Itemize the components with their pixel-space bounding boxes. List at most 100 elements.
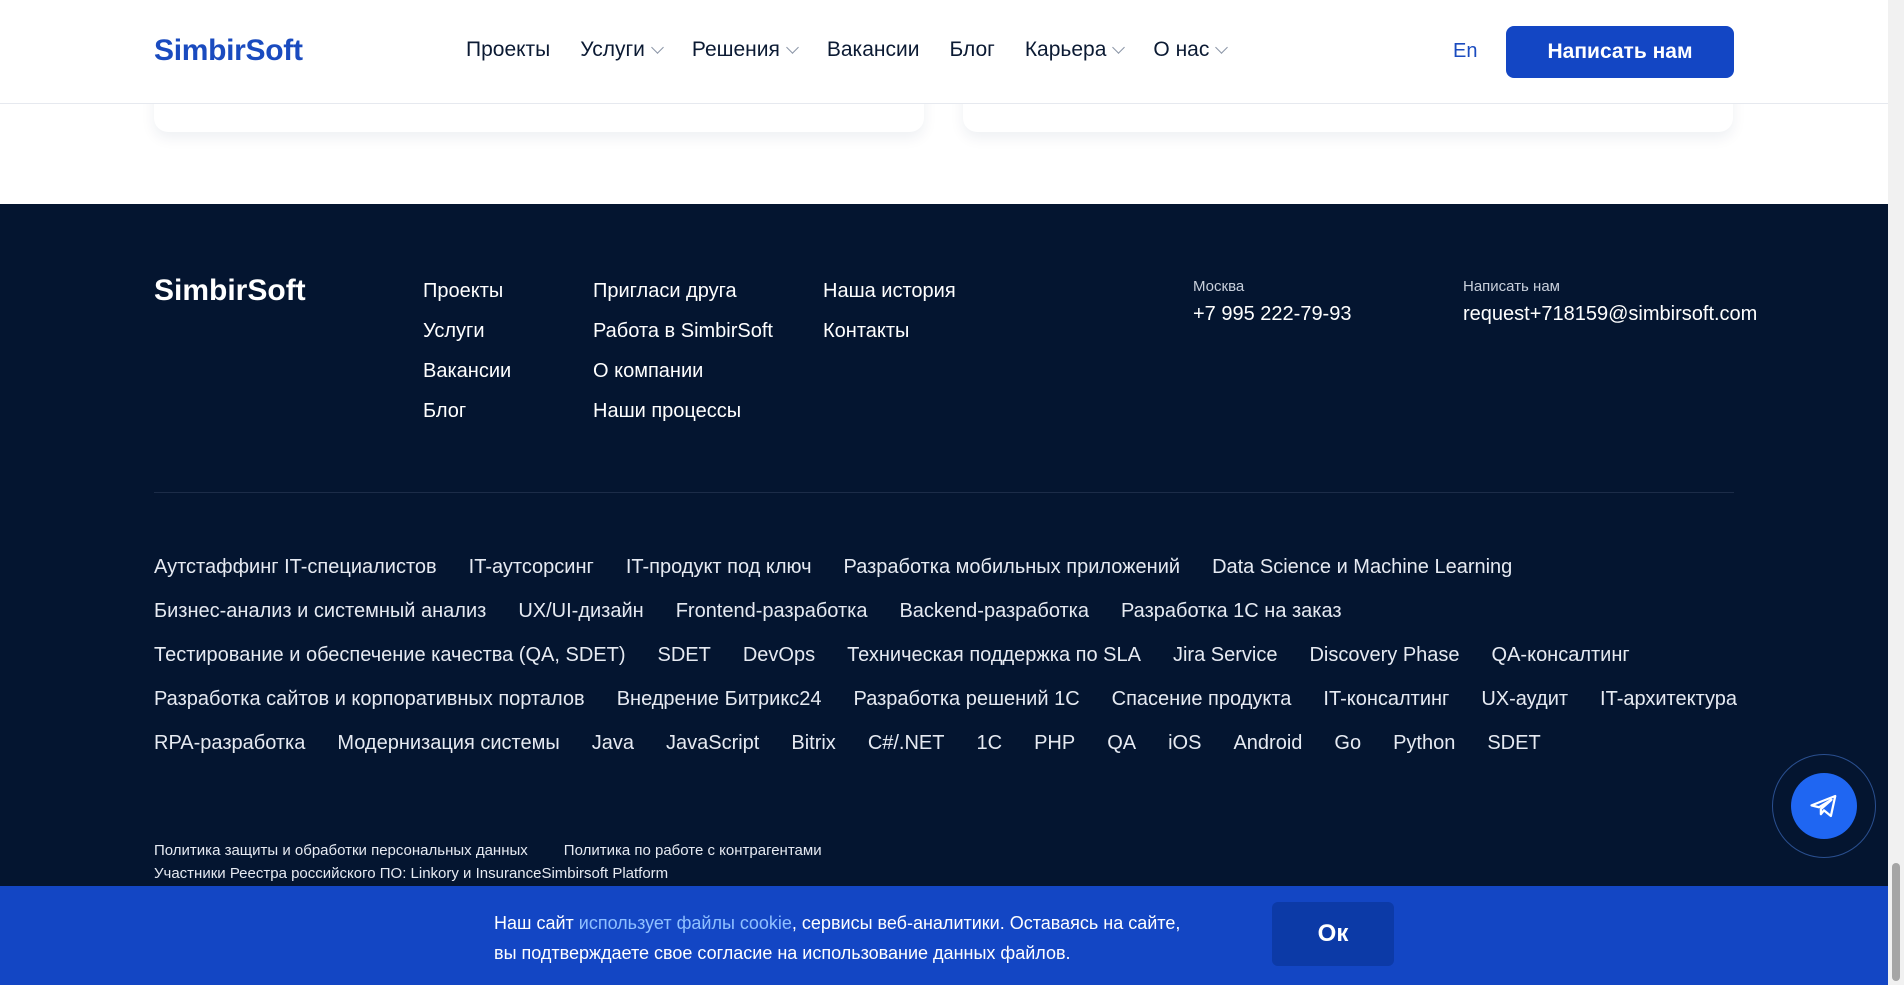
tag-link[interactable]: Jira Service [1173, 644, 1277, 667]
footer-link-services[interactable]: Услуги [423, 320, 511, 342]
tag-link[interactable]: Java [592, 732, 634, 755]
logo[interactable]: SimbirSoft [154, 34, 303, 68]
footer-link-vacancies[interactable]: Вакансии [423, 360, 511, 382]
tag-row: RPA-разработка Модернизация системы Java… [154, 732, 1754, 776]
nav-label: Карьера [1024, 38, 1107, 61]
footer-link-processes[interactable]: Наши процессы [593, 400, 773, 422]
nav-item-services[interactable]: Услуги [580, 38, 664, 62]
tag-link[interactable]: Разработка мобильных приложений [844, 556, 1181, 579]
tag-link[interactable]: Бизнес-анализ и системный анализ [154, 600, 486, 623]
tag-link[interactable]: C#/.NET [868, 732, 945, 755]
main-nav: Проекты Услуги Решения Вакансии Блог Кар… [466, 38, 1229, 62]
tag-link[interactable]: Python [1393, 732, 1455, 755]
email-label: Написать нам [1463, 278, 1560, 295]
legal-links: Политика защиты и обработки персональных… [154, 842, 822, 888]
nav-item-career[interactable]: Карьера [1024, 38, 1126, 62]
tag-link[interactable]: Внедрение Битрикс24 [617, 688, 822, 711]
contact-phone-block: Москва +7 995 222-79-93 [1193, 278, 1351, 326]
nav-item-about[interactable]: О нас [1153, 38, 1229, 62]
nav-label: Вакансии [826, 38, 920, 61]
tag-link[interactable]: PHP [1034, 732, 1075, 755]
chevron-down-icon [786, 40, 799, 54]
tag-link[interactable]: IT-продукт под ключ [626, 556, 812, 579]
footer-logo[interactable]: SimbirSoft [154, 274, 306, 308]
city-label: Москва [1193, 278, 1245, 295]
tag-link[interactable]: 1С [977, 732, 1003, 755]
scrollbar[interactable] [1888, 0, 1904, 985]
footer-link-projects[interactable]: Проекты [423, 280, 511, 302]
tag-link[interactable]: IT-консалтинг [1323, 688, 1449, 711]
tag-link[interactable]: SDET [1487, 732, 1540, 755]
tag-link[interactable]: IT-аутсорсинг [469, 556, 594, 579]
cookie-message: Наш сайт использует файлы cookie, сервис… [494, 908, 1180, 968]
footer-column-1: Проекты Услуги Вакансии Блог [423, 280, 511, 422]
nav-item-projects[interactable]: Проекты [466, 38, 550, 62]
nav-item-solutions[interactable]: Решения [691, 38, 799, 62]
telegram-icon [1810, 794, 1837, 818]
tag-link[interactable]: Backend-разработка [899, 600, 1089, 623]
nav-label: Блог [949, 38, 995, 61]
tag-link[interactable]: Разработка 1С на заказ [1121, 600, 1342, 623]
language-switch[interactable]: En [1453, 40, 1477, 63]
footer-link-history[interactable]: Наша история [823, 280, 956, 302]
tag-link[interactable]: SDET [657, 644, 710, 667]
tag-link[interactable]: UX/UI-дизайн [518, 600, 643, 623]
site-header: SimbirSoft Проекты Услуги Решения Ваканс… [0, 0, 1888, 104]
footer-link-blog[interactable]: Блог [423, 400, 511, 422]
tag-link[interactable]: Discovery Phase [1309, 644, 1459, 667]
tag-link[interactable]: Модернизация системы [337, 732, 559, 755]
tag-link[interactable]: Тестирование и обеспечение качества (QA,… [154, 644, 625, 667]
tag-link[interactable]: iOS [1168, 732, 1201, 755]
tag-link[interactable]: Android [1233, 732, 1302, 755]
service-tags: Аутстаффинг IT-специалистов IT-аутсорсин… [154, 556, 1754, 776]
cookie-ok-button[interactable]: Ок [1272, 902, 1394, 966]
nav-item-blog[interactable]: Блог [949, 38, 994, 62]
nav-label: Услуги [580, 38, 645, 61]
tag-row: Разработка сайтов и корпоративных портал… [154, 688, 1754, 732]
tag-link[interactable]: Go [1334, 732, 1361, 755]
telegram-button[interactable] [1791, 773, 1857, 839]
chevron-down-icon [1215, 40, 1229, 54]
contact-email-block: Написать нам request+718159@simbirsoft.c… [1463, 278, 1757, 326]
tag-link[interactable]: JavaScript [666, 732, 759, 755]
footer-link-invite-friend[interactable]: Пригласи друга [593, 280, 773, 302]
footer-column-3: Наша история Контакты [823, 280, 956, 342]
tag-link[interactable]: UX-аудит [1481, 688, 1568, 711]
tag-link[interactable]: Data Science и Machine Learning [1212, 556, 1512, 579]
tag-row: Бизнес-анализ и системный анализ UX/UI-д… [154, 600, 1754, 644]
cookie-text-start: Наш сайт [494, 913, 579, 933]
cookie-text-end: , сервисы веб-аналитики. Оставаясь на са… [791, 913, 1181, 933]
contractors-policy-link[interactable]: Политика по работе с контрагентами [564, 842, 822, 859]
cookie-banner: Наш сайт использует файлы cookie, сервис… [0, 886, 1888, 985]
privacy-policy-link[interactable]: Политика защиты и обработки персональных… [154, 842, 528, 859]
tag-link[interactable]: Разработка решений 1С [854, 688, 1080, 711]
scrollbar-thumb[interactable] [1892, 863, 1900, 981]
email-link[interactable]: request+718159@simbirsoft.com [1463, 303, 1757, 326]
site-footer: SimbirSoft Проекты Услуги Вакансии Блог … [0, 204, 1888, 985]
footer-divider [154, 492, 1734, 493]
nav-item-vacancies[interactable]: Вакансии [827, 38, 920, 62]
tag-link[interactable]: QA-консалтинг [1492, 644, 1630, 667]
footer-link-work[interactable]: Работа в SimbirSoft [593, 320, 773, 342]
footer-link-contacts[interactable]: Контакты [823, 320, 956, 342]
cookie-policy-link[interactable]: использует файлы cookie [579, 913, 792, 933]
tag-link[interactable]: Аутстаффинг IT-специалистов [154, 556, 437, 579]
registry-link[interactable]: Участники Реестра российского ПО: Linkor… [154, 865, 668, 882]
tag-link[interactable]: DevOps [743, 644, 815, 667]
tag-link[interactable]: Bitrix [791, 732, 835, 755]
tag-row: Тестирование и обеспечение качества (QA,… [154, 644, 1754, 688]
chevron-down-icon [651, 40, 664, 54]
tag-link[interactable]: Техническая поддержка по SLA [847, 644, 1141, 667]
tag-link[interactable]: Спасение продукта [1112, 688, 1292, 711]
chevron-down-icon [1112, 40, 1126, 54]
tag-link[interactable]: QA [1107, 732, 1136, 755]
nav-label: О нас [1153, 38, 1210, 61]
contact-us-button[interactable]: Написать нам [1506, 26, 1734, 78]
tag-link[interactable]: Frontend-разработка [676, 600, 868, 623]
nav-label: Решения [691, 38, 780, 61]
footer-link-about-company[interactable]: О компании [593, 360, 773, 382]
tag-link[interactable]: RPA-разработка [154, 732, 305, 755]
tag-link[interactable]: IT-архитектура [1600, 688, 1737, 711]
phone-link[interactable]: +7 995 222-79-93 [1193, 303, 1351, 326]
tag-link[interactable]: Разработка сайтов и корпоративных портал… [154, 688, 585, 711]
